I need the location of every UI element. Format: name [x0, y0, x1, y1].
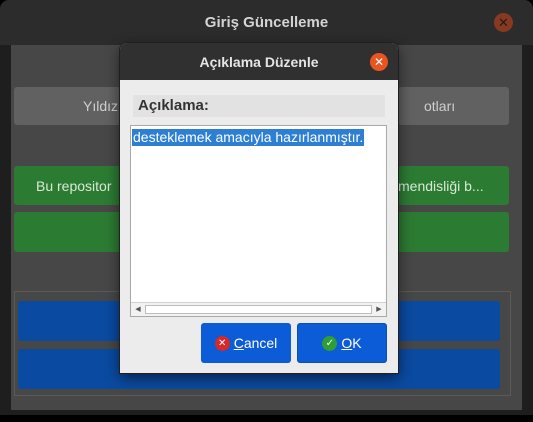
description-text: desteklemek amacıyla hazırlanmıştır. — [132, 129, 365, 146]
repository-button-label: Bu repositor — [36, 177, 112, 194]
cancel-icon: ✕ — [214, 335, 230, 351]
engineering-button-label: mendisliği b... — [398, 177, 484, 194]
description-textarea[interactable]: desteklemek amacıyla hazırlanmıştır. ◀ ▶ — [130, 125, 387, 317]
scroll-left-icon[interactable]: ◀ — [133, 305, 143, 315]
main-window-close-icon[interactable]: ✕ — [494, 13, 513, 32]
stars-button[interactable]: Yıldız — [14, 87, 124, 125]
dialog-close-icon[interactable]: ✕ — [370, 53, 388, 71]
dialog-title: Açıklama Düzenle — [199, 53, 319, 70]
repository-button[interactable]: Bu repositor — [14, 166, 124, 205]
dialog-titlebar: Açıklama Düzenle ✕ — [120, 43, 398, 80]
notes-button-label: otları — [424, 98, 456, 114]
stars-button-label: Yıldız — [83, 98, 119, 114]
edit-description-dialog: Açıklama Düzenle ✕ Açıklama: desteklemek… — [120, 43, 398, 373]
ok-button[interactable]: ✓ OK — [297, 323, 387, 363]
cancel-button[interactable]: ✕ Cancel — [201, 323, 291, 363]
scroll-right-icon[interactable]: ▶ — [374, 305, 384, 315]
scrollbar-thumb[interactable] — [145, 305, 372, 314]
horizontal-scrollbar[interactable]: ◀ ▶ — [131, 302, 386, 316]
engineering-button[interactable]: mendisliği b... — [398, 166, 509, 205]
main-window-title: Giriş Güncelleme — [204, 14, 329, 31]
check-icon: ✓ — [322, 335, 338, 351]
description-label: Açıklama: — [133, 95, 385, 117]
notes-button[interactable]: otları — [398, 87, 509, 125]
ok-button-label: OK — [341, 335, 362, 351]
main-window-titlebar: Giriş Güncelleme ✕ — [0, 0, 533, 45]
cancel-button-label: Cancel — [233, 335, 278, 351]
